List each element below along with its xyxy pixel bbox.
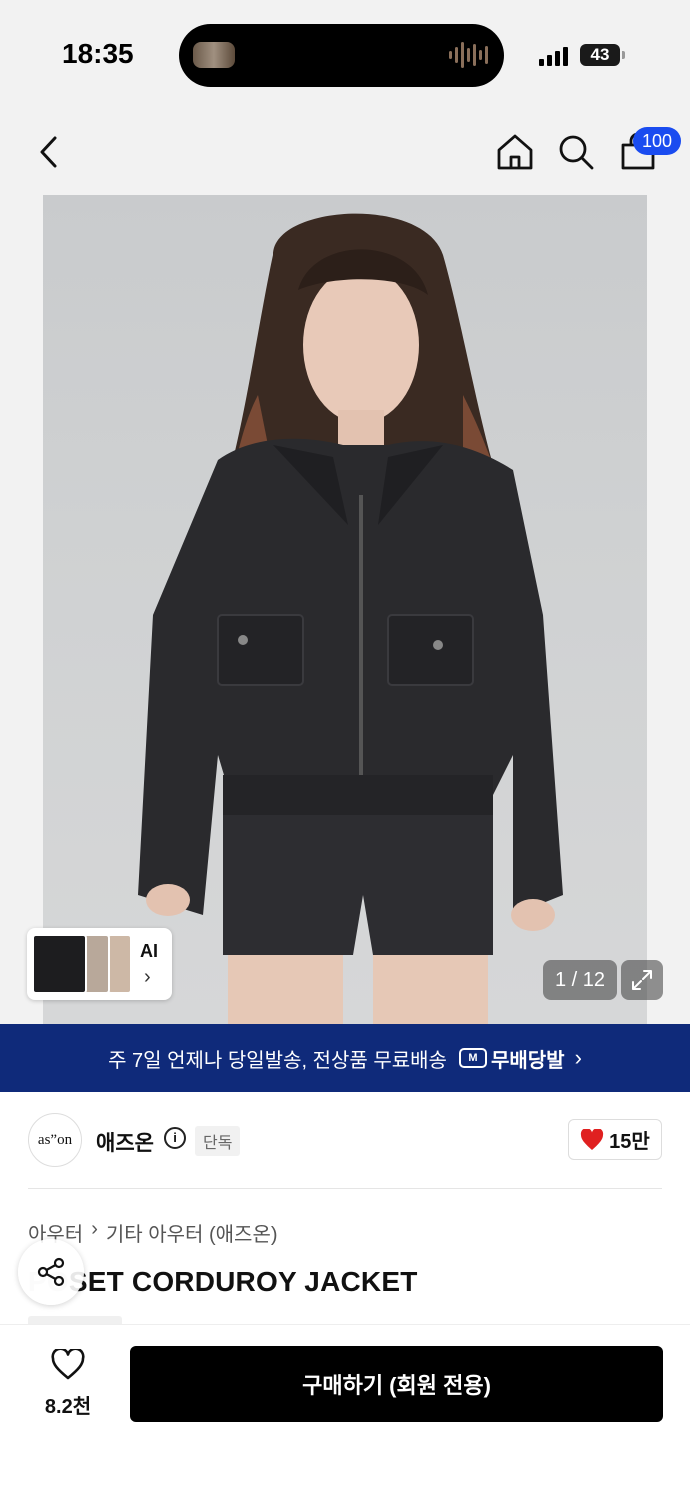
brand-like-button[interactable]: 15만 (568, 1119, 662, 1160)
image-counter: 1 / 12 (543, 960, 617, 1000)
back-button[interactable] (24, 128, 72, 176)
chevron-right-icon: › (144, 966, 151, 988)
audio-wave-icon (449, 40, 488, 70)
now-playing-thumbnail (193, 42, 235, 68)
ai-thumb-1 (32, 934, 87, 994)
status-time: 18:35 (62, 38, 134, 69)
brand-like-count: 15만 (609, 1131, 650, 1153)
title-visible: SET CORDUROY JACKET (68, 1266, 418, 1297)
signal-icon (539, 44, 568, 66)
breadcrumb-level2[interactable]: 기타 아우터 (애즈온) (106, 1218, 278, 1247)
home-button[interactable] (491, 128, 539, 176)
share-button[interactable] (18, 1239, 84, 1305)
info-icon[interactable]: i (164, 1127, 186, 1149)
divider (28, 1188, 662, 1189)
search-icon (559, 135, 594, 170)
ai-similar-items-button[interactable]: AI › (27, 928, 172, 1000)
banner-text: 주 7일 언제나 당일발송, 전상품 무료배송 (108, 1049, 447, 1072)
breadcrumb-separator: › (91, 1218, 98, 1240)
chevron-right-icon: › (574, 1045, 582, 1070)
shipping-banner[interactable]: 주 7일 언제나 당일발송, 전상품 무료배송 M 무배당발 › (0, 1024, 690, 1092)
cart-count-badge: 100 (633, 127, 681, 155)
fullscreen-button[interactable] (621, 960, 663, 1000)
expand-icon (632, 970, 652, 990)
heart-filled-icon (581, 1128, 604, 1150)
back-chevron-icon (40, 136, 57, 168)
heart-outline-icon (51, 1347, 85, 1380)
dynamic-island[interactable] (179, 24, 504, 87)
wishlist-button[interactable]: 8.2천 (28, 1347, 108, 1419)
home-icon (497, 134, 533, 170)
status-bar: 18:35 43 (0, 0, 690, 110)
badge-label: 무배당발 (490, 1049, 565, 1072)
battery-icon: 43 (580, 44, 625, 66)
product-title: POSET CORDUROY JACKET (28, 1266, 418, 1298)
exclusive-badge: 단독 (195, 1126, 241, 1156)
wishlist-count: 8.2천 (44, 1396, 92, 1418)
same-day-badge: M 무배당발 (458, 1044, 565, 1073)
search-button[interactable] (552, 128, 600, 176)
buy-button[interactable]: 구매하기 (회원 전용) (130, 1346, 663, 1422)
product-photo[interactable] (43, 195, 647, 1025)
product-gallery[interactable]: AI › 1 / 12 (0, 195, 690, 1025)
bottom-action-bar: 8.2천 구매하기 (회원 전용) (0, 1324, 690, 1500)
ai-label: AI (140, 941, 158, 961)
brand-name[interactable]: 애즈온 (96, 1127, 154, 1157)
ai-thumb-3 (107, 934, 132, 994)
brand-row: as”on 애즈온 i 단독 15만 (0, 1092, 690, 1189)
delivery-truck-icon: M (458, 1048, 487, 1068)
top-nav (0, 110, 690, 195)
model-illustration (138, 213, 563, 1025)
share-icon (37, 1257, 65, 1287)
brand-logo[interactable]: as”on (28, 1113, 82, 1167)
